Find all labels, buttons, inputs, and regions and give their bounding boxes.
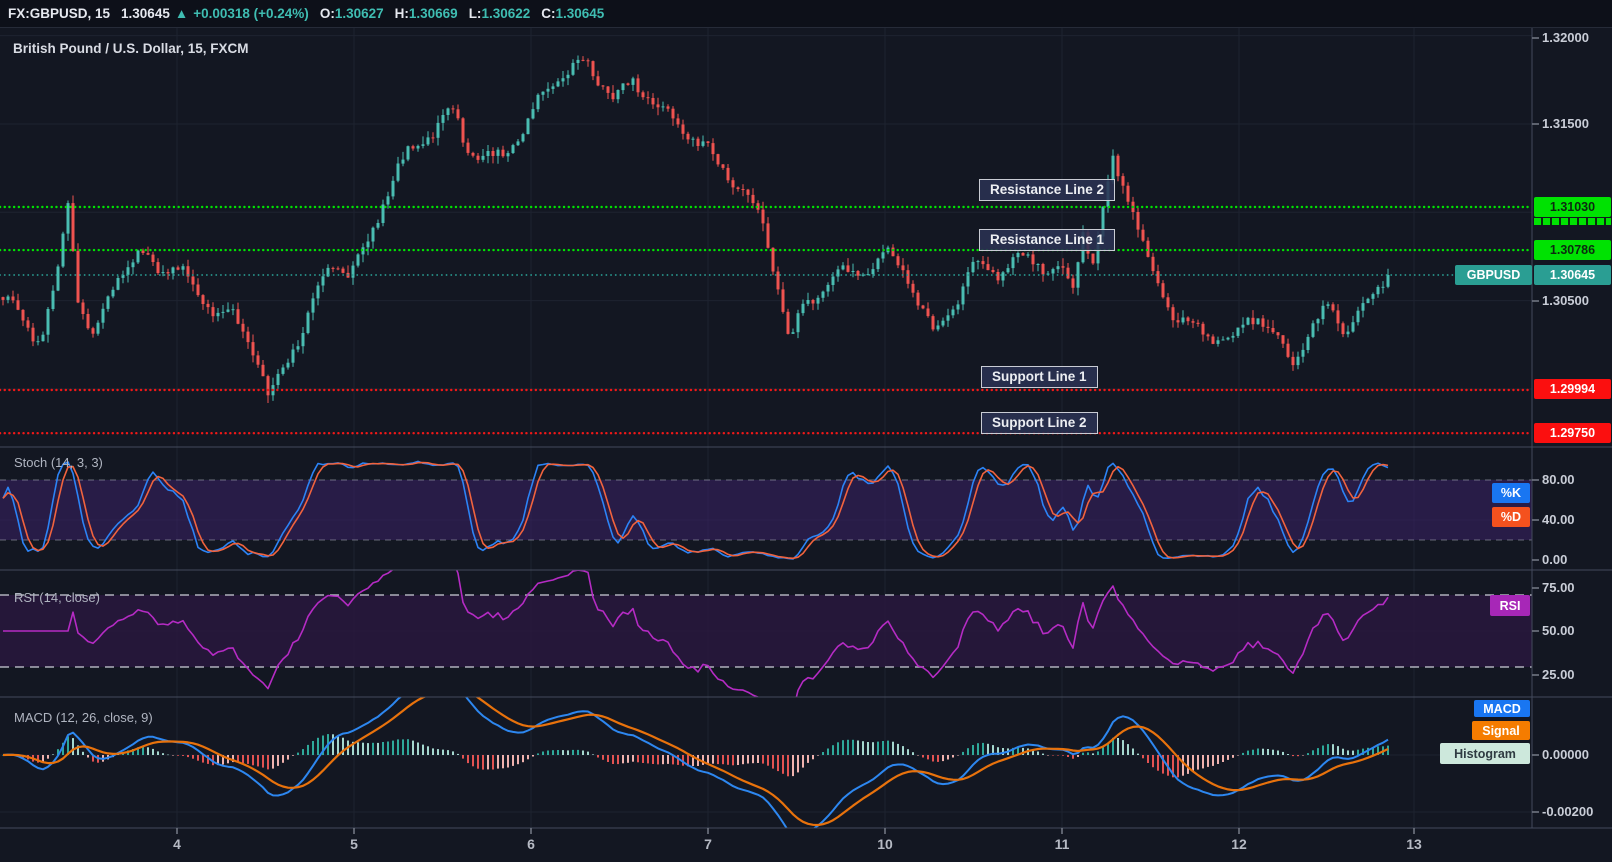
rsi-tick: 75.00 (1542, 580, 1575, 595)
time-tick: 5 (350, 836, 358, 852)
high-label: H: (394, 6, 409, 21)
rsi-tag: RSI (1490, 595, 1530, 616)
resistance-line-2-label[interactable]: Resistance Line 2 (979, 179, 1116, 201)
stoch-legend[interactable]: Stoch (14, 3, 3) (14, 455, 103, 470)
time-tick: 4 (173, 836, 181, 852)
price-change: +0.00318 (+0.24%) (193, 6, 309, 21)
chart-legend-title[interactable]: British Pound / U.S. Dollar, 15, FXCM (13, 41, 249, 56)
symbol-info-bar: FX:GBPUSD, 15 1.30645 ▲ +0.00318 (+0.24%… (0, 0, 1612, 28)
macd-tick: 0.00000 (1542, 747, 1589, 762)
resistance-2-price-tag: 1.31030 (1534, 197, 1611, 217)
clipped-price-tag (1534, 218, 1611, 225)
high-value: 1.30669 (408, 6, 458, 21)
low-value: 1.30622 (481, 6, 531, 21)
macd-line-tag: MACD (1474, 700, 1530, 717)
macd-histogram-tag: Histogram (1440, 743, 1530, 764)
rsi-tick: 50.00 (1542, 623, 1575, 638)
stoch-tick: 0.00 (1542, 552, 1568, 567)
open-value: 1.30627 (334, 6, 384, 21)
open-label: O: (319, 6, 335, 21)
time-tick: 11 (1054, 836, 1070, 852)
support-line-1-label[interactable]: Support Line 1 (981, 366, 1098, 388)
last-price: 1.30645 (121, 6, 170, 21)
stoch-tick: 80.00 (1542, 472, 1575, 487)
macd-tick: -0.00200 (1542, 804, 1594, 819)
support-line-2-label[interactable]: Support Line 2 (981, 412, 1098, 434)
stoch-d-tag: %D (1492, 507, 1530, 527)
support-2-price-tag: 1.29750 (1534, 423, 1611, 443)
macd-legend[interactable]: MACD (12, 26, close, 9) (14, 710, 153, 725)
time-tick: 12 (1231, 836, 1247, 852)
stoch-tick: 40.00 (1542, 512, 1575, 527)
time-tick: 7 (704, 836, 712, 852)
time-tick: 13 (1406, 836, 1422, 852)
time-tick: 10 (877, 836, 893, 852)
close-value: 1.30645 (555, 6, 605, 21)
last-price-tag: 1.30645 (1534, 265, 1611, 285)
trading-chart-app: FX:GBPUSD, 15 1.30645 ▲ +0.00318 (+0.24%… (0, 0, 1612, 862)
rsi-legend[interactable]: RSI (14, close) (14, 590, 100, 605)
rsi-tick: 25.00 (1542, 667, 1575, 682)
support-1-price-tag: 1.29994 (1534, 379, 1611, 399)
direction-up-icon: ▲ (174, 6, 189, 21)
time-tick: 6 (527, 836, 535, 852)
resistance-1-price-tag: 1.30786 (1534, 240, 1611, 260)
resistance-line-1-label[interactable]: Resistance Line 1 (979, 229, 1116, 251)
symbol-title[interactable]: FX:GBPUSD, 15 (8, 6, 110, 21)
stoch-k-tag: %K (1492, 483, 1530, 503)
low-label: L: (468, 6, 482, 21)
price-tick: 1.32000 (1542, 30, 1589, 45)
price-tick: 1.31500 (1542, 116, 1589, 131)
symbol-price-line-tag: GBPUSD (1455, 265, 1532, 285)
price-tick: 1.30500 (1542, 293, 1589, 308)
macd-signal-tag: Signal (1472, 721, 1530, 740)
chart-canvas[interactable] (0, 0, 1612, 862)
close-label: C: (541, 6, 556, 21)
